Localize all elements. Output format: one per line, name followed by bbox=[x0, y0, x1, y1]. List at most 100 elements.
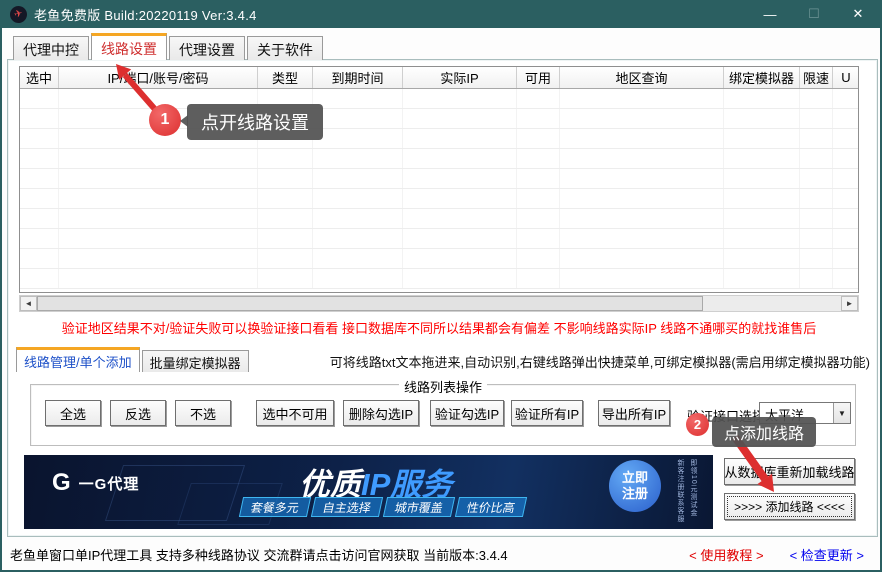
table-cell bbox=[800, 109, 833, 128]
table-row[interactable] bbox=[20, 109, 858, 129]
table-cell bbox=[724, 109, 800, 128]
invert-selection-button[interactable]: 反选 bbox=[110, 400, 166, 426]
table-row[interactable] bbox=[20, 169, 858, 189]
table-cell bbox=[560, 229, 724, 248]
table-cell bbox=[20, 149, 59, 168]
table-cell bbox=[403, 209, 517, 228]
table-row[interactable] bbox=[20, 149, 858, 169]
tab-proxy-settings[interactable]: 代理设置 bbox=[169, 36, 245, 60]
ad-banner[interactable]: G 一G代理 优质IP服务 套餐多元自主选择城市覆盖性价比高 立即 注册 新客注… bbox=[24, 455, 713, 529]
table-cell bbox=[313, 269, 403, 288]
tab-about[interactable]: 关于软件 bbox=[247, 36, 323, 60]
column-header-4[interactable]: 实际IP bbox=[403, 67, 517, 88]
table-cell bbox=[724, 269, 800, 288]
scrollbar-thumb[interactable] bbox=[37, 296, 703, 311]
banner-note-bonus: 即领10元测试金 bbox=[688, 459, 698, 525]
table-cell bbox=[517, 129, 560, 148]
table-cell bbox=[724, 229, 800, 248]
table-cell bbox=[833, 89, 859, 108]
tutorial-link[interactable]: < 使用教程 > bbox=[689, 545, 763, 564]
table-cell bbox=[403, 269, 517, 288]
subtab-batch-bind-emulator[interactable]: 批量绑定模拟器 bbox=[142, 350, 249, 372]
column-header-5[interactable]: 可用 bbox=[517, 67, 560, 88]
table-cell bbox=[833, 189, 859, 208]
table-body bbox=[20, 89, 858, 289]
table-cell bbox=[59, 249, 258, 268]
table-cell bbox=[800, 129, 833, 148]
column-header-6[interactable]: 地区查询 bbox=[560, 67, 724, 88]
table-cell bbox=[800, 209, 833, 228]
subtab-line-manage-single-add[interactable]: 线路管理/单个添加 bbox=[16, 347, 140, 372]
export-all-ip-button[interactable]: 导出所有IP bbox=[598, 400, 670, 426]
table-cell bbox=[258, 249, 313, 268]
table-cell bbox=[403, 249, 517, 268]
table-cell bbox=[313, 249, 403, 268]
horizontal-scrollbar[interactable]: ◄ ► bbox=[19, 295, 859, 312]
window-title: 老鱼免费版 Build:20220119 Ver:3.4.4 bbox=[34, 5, 257, 24]
statusbar: 老鱼单窗口单IP代理工具 支持多种线路协议 交流群请点击访问官网获取 当前版本:… bbox=[2, 538, 880, 570]
check-update-link[interactable]: < 检查更新 > bbox=[790, 545, 864, 564]
table-cell bbox=[724, 149, 800, 168]
table-cell bbox=[800, 189, 833, 208]
scroll-right-arrow[interactable]: ► bbox=[841, 296, 858, 311]
table-row[interactable] bbox=[20, 229, 858, 249]
maximize-button[interactable]: ☐ bbox=[792, 0, 836, 28]
banner-tag-1: 自主选择 bbox=[311, 497, 383, 517]
table-cell bbox=[20, 129, 59, 148]
table-cell bbox=[517, 189, 560, 208]
table-cell bbox=[403, 169, 517, 188]
column-header-8[interactable]: 限速 bbox=[800, 67, 833, 88]
table-row[interactable] bbox=[20, 249, 858, 269]
table-cell bbox=[258, 269, 313, 288]
table-row[interactable] bbox=[20, 89, 858, 109]
banner-vertical-notes: 新客注册联系客服 即领10元测试金 bbox=[672, 459, 698, 525]
app-window: ✈ 老鱼免费版 Build:20220119 Ver:3.4.4 — ☐ ✕ 代… bbox=[0, 0, 882, 572]
delete-checked-ip-button[interactable]: 删除勾选IP bbox=[343, 400, 419, 426]
table-row[interactable] bbox=[20, 209, 858, 229]
reload-lines-from-db-button[interactable]: 从数据库重新加载线路 bbox=[724, 458, 855, 485]
column-header-1[interactable]: IP/端口/账号/密码 bbox=[59, 67, 258, 88]
column-header-9[interactable]: U bbox=[833, 67, 859, 88]
tab-line-settings[interactable]: 线路设置 bbox=[91, 33, 167, 60]
table-cell bbox=[560, 209, 724, 228]
select-unavailable-button[interactable]: 选中不可用 bbox=[256, 400, 334, 426]
minimize-button[interactable]: — bbox=[748, 0, 792, 28]
table-cell bbox=[800, 169, 833, 188]
table-cell bbox=[724, 169, 800, 188]
scroll-left-arrow[interactable]: ◄ bbox=[20, 296, 37, 311]
select-all-button[interactable]: 全选 bbox=[45, 400, 101, 426]
verify-checked-ip-button[interactable]: 验证勾选IP bbox=[430, 400, 504, 426]
select-none-button[interactable]: 不选 bbox=[175, 400, 231, 426]
column-header-3[interactable]: 到期时间 bbox=[313, 67, 403, 88]
table-row[interactable] bbox=[20, 269, 858, 289]
table-cell bbox=[313, 89, 403, 108]
drag-drop-hint-text: 可将线路txt文本拖进来,自动识别,右键线路弹出快捷菜单,可绑定模拟器(需启用绑… bbox=[330, 352, 870, 371]
table-cell bbox=[403, 189, 517, 208]
table-cell bbox=[258, 229, 313, 248]
line-table[interactable]: 选中IP/端口/账号/密码类型到期时间实际IP可用地区查询绑定模拟器限速U bbox=[19, 66, 859, 293]
scrollbar-track[interactable] bbox=[703, 296, 841, 311]
tab-proxy-control[interactable]: 代理中控 bbox=[13, 36, 89, 60]
table-cell bbox=[20, 189, 59, 208]
table-cell bbox=[403, 229, 517, 248]
column-header-0[interactable]: 选中 bbox=[20, 67, 59, 88]
table-cell bbox=[59, 149, 258, 168]
table-cell bbox=[517, 169, 560, 188]
table-cell bbox=[313, 109, 403, 128]
sub-tabbar: 线路管理/单个添加批量绑定模拟器 bbox=[16, 347, 251, 372]
verification-warning-text: 验证地区结果不对/验证失败可以换验证接口看看 接口数据库不同所以结果都会有偏差 … bbox=[19, 318, 859, 337]
table-cell bbox=[800, 249, 833, 268]
table-cell bbox=[560, 169, 724, 188]
table-row[interactable] bbox=[20, 129, 858, 149]
status-text: 老鱼单窗口单IP代理工具 支持多种线路协议 交流群请点击访问官网获取 当前版本:… bbox=[10, 545, 508, 564]
table-row[interactable] bbox=[20, 189, 858, 209]
cta-line1: 立即 bbox=[622, 470, 648, 486]
column-header-7[interactable]: 绑定模拟器 bbox=[724, 67, 800, 88]
main-tabbar: 代理中控线路设置代理设置关于软件 bbox=[13, 33, 325, 60]
column-header-2[interactable]: 类型 bbox=[258, 67, 313, 88]
close-button[interactable]: ✕ bbox=[836, 0, 880, 28]
chevron-down-icon[interactable]: ▼ bbox=[833, 403, 850, 423]
verify-all-ip-button[interactable]: 验证所有IP bbox=[511, 400, 583, 426]
register-now-button[interactable]: 立即 注册 bbox=[609, 460, 661, 512]
add-line-button[interactable]: >>>> 添加线路 <<<< bbox=[724, 493, 855, 520]
